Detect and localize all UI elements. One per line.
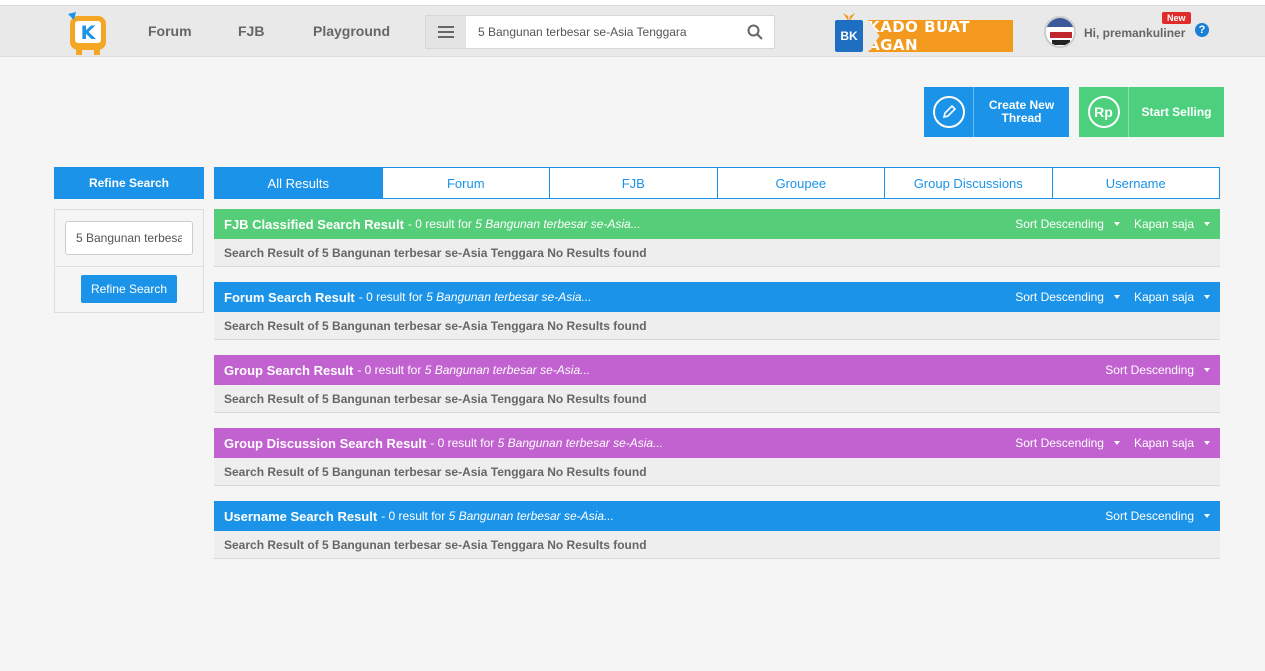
group-discussion-result-section: Group Discussion Search Result - 0 resul…	[214, 428, 1220, 486]
section-title: FJB Classified Search Result	[224, 216, 404, 232]
result-count: - 0 result for 5 Bangunan terbesar se-As…	[357, 363, 591, 377]
result-count: - 0 result for 5 Bangunan terbesar se-As…	[358, 290, 592, 304]
sort-dropdown[interactable]: Sort Descending	[1105, 509, 1210, 523]
group-result-section: Group Search Result - 0 result for 5 Ban…	[214, 355, 1220, 413]
svg-text:K: K	[81, 22, 97, 44]
caret-down-icon	[1204, 368, 1210, 372]
search-icon[interactable]	[746, 23, 764, 41]
section-header: Group Discussion Search Result - 0 resul…	[214, 428, 1220, 458]
section-title: Group Search Result	[224, 362, 354, 378]
result-count: - 0 result for 5 Bangunan terbesar se-As…	[381, 509, 614, 523]
kaskus-logo[interactable]: K	[66, 10, 112, 56]
promo-text: KADO BUAT AGAN	[868, 20, 1013, 52]
promo-banner[interactable]: BK KADO BUAT AGAN	[835, 10, 1015, 56]
section-header: FJB Classified Search Result - 0 result …	[214, 209, 1220, 239]
site-header: K Forum FJB Playground 5 Bangunan terbes…	[0, 6, 1265, 57]
promo-badge: BK	[835, 20, 863, 52]
sort-dropdown[interactable]: Sort Descending	[1015, 436, 1120, 450]
tab-groupee[interactable]: Groupee	[717, 167, 885, 199]
caret-down-icon	[1113, 295, 1120, 299]
time-dropdown[interactable]: Kapan saja	[1134, 436, 1210, 450]
no-results-message: Search Result of 5 Bangunan terbesar se-…	[214, 385, 1220, 413]
new-badge: New	[1162, 12, 1191, 24]
result-count: - 0 result for 5 Bangunan terbesar se-As…	[430, 436, 664, 450]
caret-down-icon	[1204, 222, 1210, 226]
fjb-result-section: FJB Classified Search Result - 0 result …	[214, 209, 1220, 267]
menu-icon[interactable]	[426, 16, 466, 48]
tab-username[interactable]: Username	[1052, 167, 1220, 199]
avatar[interactable]	[1044, 16, 1076, 48]
sort-dropdown[interactable]: Sort Descending	[1015, 217, 1120, 231]
username-result-section: Username Search Result - 0 result for 5 …	[214, 501, 1220, 559]
no-results-message: Search Result of 5 Bangunan terbesar se-…	[214, 312, 1220, 340]
tab-fjb[interactable]: FJB	[550, 167, 718, 199]
caret-down-icon	[1204, 441, 1210, 445]
nav-playground[interactable]: Playground	[313, 23, 390, 39]
no-results-message: Search Result of 5 Bangunan terbesar se-…	[214, 239, 1220, 267]
pencil-icon	[932, 96, 965, 128]
user-greeting[interactable]: Hi, premankuliner	[1084, 26, 1185, 40]
sort-dropdown[interactable]: Sort Descending	[1015, 290, 1120, 304]
section-header: Username Search Result - 0 result for 5 …	[214, 501, 1220, 531]
create-thread-button[interactable]: Create New Thread	[924, 87, 1069, 137]
header-search-input[interactable]: 5 Bangunan terbesar se-Asia Tenggara	[478, 25, 687, 39]
nav-forum[interactable]: Forum	[148, 23, 192, 39]
time-dropdown[interactable]: Kapan saja	[1134, 217, 1210, 231]
caret-down-icon	[1204, 514, 1210, 518]
result-tabs: All Results Forum FJB Groupee Group Disc…	[214, 167, 1220, 199]
divider	[55, 266, 203, 267]
section-header: Group Search Result - 0 result for 5 Ban…	[214, 355, 1220, 385]
nav-fjb[interactable]: FJB	[238, 23, 264, 39]
rupiah-icon: Rp	[1087, 96, 1120, 128]
caret-down-icon	[1204, 295, 1210, 299]
time-dropdown[interactable]: Kapan saja	[1134, 290, 1210, 304]
result-count: - 0 result for 5 Bangunan terbesar se-As…	[407, 217, 641, 231]
start-selling-label: Start Selling	[1141, 104, 1212, 119]
forum-result-section: Forum Search Result - 0 result for 5 Ban…	[214, 282, 1220, 340]
no-results-message: Search Result of 5 Bangunan terbesar se-…	[214, 458, 1220, 486]
help-icon[interactable]: ?	[1195, 23, 1209, 37]
section-title: Username Search Result	[224, 508, 378, 524]
tab-all-results[interactable]: All Results	[214, 167, 383, 199]
refine-search-button[interactable]: Refine Search	[81, 275, 177, 303]
section-header: Forum Search Result - 0 result for 5 Ban…	[214, 282, 1220, 312]
create-thread-label: Create New Thread	[988, 98, 1055, 125]
caret-down-icon	[1113, 441, 1120, 445]
caret-down-icon	[1113, 222, 1120, 226]
start-selling-button[interactable]: Rp Start Selling	[1079, 87, 1224, 137]
refine-search-heading: Refine Search	[54, 167, 204, 199]
no-results-message: Search Result of 5 Bangunan terbesar se-…	[214, 531, 1220, 559]
section-title: Group Discussion Search Result	[224, 435, 427, 451]
sort-dropdown[interactable]: Sort Descending	[1105, 363, 1210, 377]
tab-group-discussions[interactable]: Group Discussions	[885, 167, 1053, 199]
refine-search-panel: Refine Search	[54, 209, 204, 313]
section-title: Forum Search Result	[224, 289, 355, 305]
refine-search-input[interactable]	[65, 221, 193, 255]
header-search: 5 Bangunan terbesar se-Asia Tenggara	[425, 15, 775, 49]
tab-forum[interactable]: Forum	[382, 167, 550, 199]
